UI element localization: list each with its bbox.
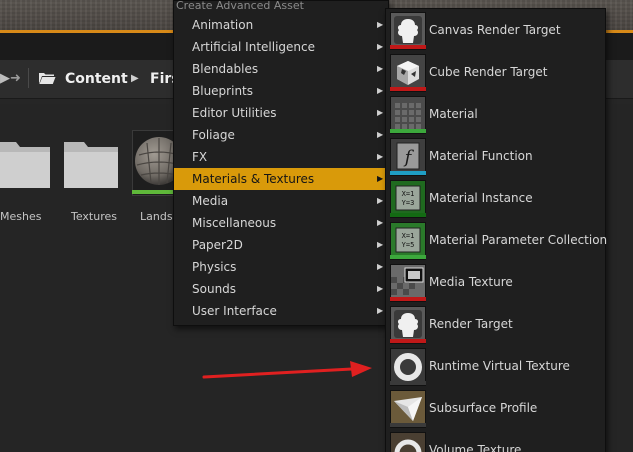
nav-separator (28, 68, 29, 88)
menu-item-label: Foliage (192, 128, 235, 142)
menu-header: Create Advanced Asset (176, 0, 304, 12)
svg-text:Y=5: Y=5 (402, 241, 415, 249)
folder-icon[interactable] (62, 130, 122, 192)
asset-type-color-bar (390, 339, 426, 343)
menu-item-miscellaneous[interactable]: Miscellaneous ▶ (174, 212, 386, 234)
submenu-arrow-icon: ▶ (377, 86, 384, 95)
history-forward-icon[interactable]: ➜ (10, 71, 22, 87)
menu-item-label: FX (192, 150, 208, 164)
submenu-item-label: Material Parameter Collection (429, 233, 608, 247)
menu-item-label: Physics (192, 260, 237, 274)
menu-item-user-interface[interactable]: User Interface ▶ (174, 300, 386, 322)
menu-item-label: User Interface (192, 304, 277, 318)
submenu-item-cube-render-target[interactable]: Cube Render Target (387, 52, 603, 92)
asset-type-color-bar (390, 297, 426, 301)
submenu-item-material[interactable]: Material (387, 94, 603, 134)
menu-item-blueprints[interactable]: Blueprints ▶ (174, 80, 386, 102)
submenu-arrow-icon: ▶ (377, 130, 384, 139)
menu-item-sounds[interactable]: Sounds ▶ (174, 278, 386, 300)
menu-item-editor-utilities[interactable]: Editor Utilities ▶ (174, 102, 386, 124)
annotation-arrow-icon (202, 361, 372, 379)
menu-item-foliage[interactable]: Foliage ▶ (174, 124, 386, 146)
submenu-item-label: Runtime Virtual Texture (429, 359, 570, 373)
menu-item-label: Miscellaneous (192, 216, 277, 230)
submenu-arrow-icon: ▶ (377, 174, 384, 183)
submenu-item-label: Cube Render Target (429, 65, 548, 79)
submenu-item-volume-texture[interactable]: Volume Texture (387, 430, 603, 452)
submenu-item-media-texture[interactable]: Media Texture (387, 262, 603, 302)
folder-label: Meshes (0, 210, 42, 223)
submenu-arrow-icon: ▶ (377, 284, 384, 293)
submenu-item-runtime-virtual-texture[interactable]: Runtime Virtual Texture (387, 346, 603, 386)
submenu-item-label: Material Instance (429, 191, 533, 205)
asset-type-color-bar (390, 45, 426, 49)
submenu-item-label: Render Target (429, 317, 513, 331)
submenu-arrow-icon: ▶ (377, 218, 384, 227)
submenu-item-label: Media Texture (429, 275, 513, 289)
menu-item-label: Blendables (192, 62, 259, 76)
asset-type-color-bar (390, 171, 426, 175)
svg-text:X=1: X=1 (402, 190, 415, 198)
asset-type-color-bar (390, 213, 426, 217)
submenu-arrow-icon: ▶ (377, 152, 384, 161)
submenu-arrow-icon: ▶ (377, 240, 384, 249)
menu-item-media[interactable]: Media ▶ (174, 190, 386, 212)
menu-item-label: Animation (192, 18, 254, 32)
submenu-item-canvas-render-target[interactable]: Canvas Render Target (387, 10, 603, 50)
submenu-arrow-icon: ▶ (377, 64, 384, 73)
menu-item-label: Artificial Intelligence (192, 40, 315, 54)
unreal-editor-screen: ▶ ➜ Content ▶ Firs Meshes Textures Lands… (0, 0, 633, 452)
menu-item-label: Editor Utilities (192, 106, 277, 120)
breadcrumb-chevron-icon[interactable]: ▶ (131, 71, 139, 87)
menu-item-label: Media (192, 194, 229, 208)
submenu-item-label: Volume Texture (429, 443, 522, 452)
svg-text:X=1: X=1 (402, 232, 415, 240)
menu-item-fx[interactable]: FX ▶ (174, 146, 386, 168)
submenu-item-material-parameter-collection[interactable]: X=1 Y=5 Material Parameter Collection (387, 220, 607, 260)
submenu-item-material-function[interactable]: f Material Function (387, 136, 603, 176)
svg-text:Y=3: Y=3 (402, 199, 415, 207)
menu-item-materials-textures[interactable]: Materials & Textures ▶ (174, 168, 386, 190)
submenu-arrow-icon: ▶ (377, 262, 384, 271)
asset-type-color-bar (390, 129, 426, 133)
asset-type-color-bar (390, 423, 426, 427)
menu-item-label: Materials & Textures (192, 172, 315, 186)
breadcrumb-content[interactable]: Content (65, 69, 128, 89)
menu-item-label: Blueprints (192, 84, 254, 98)
submenu-item-render-target[interactable]: Render Target (387, 304, 603, 344)
submenu-item-label: Material (429, 107, 478, 121)
submenu-item-label: Subsurface Profile (429, 401, 538, 415)
submenu-arrow-icon: ▶ (377, 306, 384, 315)
menu-item-label: Sounds (192, 282, 237, 296)
folder-open-icon (39, 73, 56, 84)
submenu-arrow-icon: ▶ (377, 196, 384, 205)
submenu-item-label: Material Function (429, 149, 533, 163)
menu-item-animation[interactable]: Animation ▶ (174, 14, 386, 36)
menu-item-paper2d[interactable]: Paper2D ▶ (174, 234, 386, 256)
volume-texture-icon (390, 432, 426, 452)
menu-item-label: Paper2D (192, 238, 243, 252)
menu-item-artificial-intelligence[interactable]: Artificial Intelligence ▶ (174, 36, 386, 58)
submenu-item-material-instance[interactable]: X=1 Y=3 Material Instance (387, 178, 603, 218)
submenu-arrow-icon: ▶ (377, 108, 384, 117)
asset-type-color-bar (390, 381, 426, 385)
submenu-item-label: Canvas Render Target (429, 23, 561, 37)
asset-type-color-bar (390, 255, 426, 259)
asset-type-color-bar (390, 87, 426, 91)
submenu-item-subsurface-profile[interactable]: Subsurface Profile (387, 388, 603, 428)
menu-item-blendables[interactable]: Blendables ▶ (174, 58, 386, 80)
folder-label: Textures (71, 210, 117, 223)
history-back-icon[interactable]: ▶ (0, 71, 10, 87)
menu-item-physics[interactable]: Physics ▶ (174, 256, 386, 278)
submenu-arrow-icon: ▶ (377, 42, 384, 51)
submenu-arrow-icon: ▶ (377, 20, 384, 29)
folder-icon[interactable] (0, 130, 54, 192)
